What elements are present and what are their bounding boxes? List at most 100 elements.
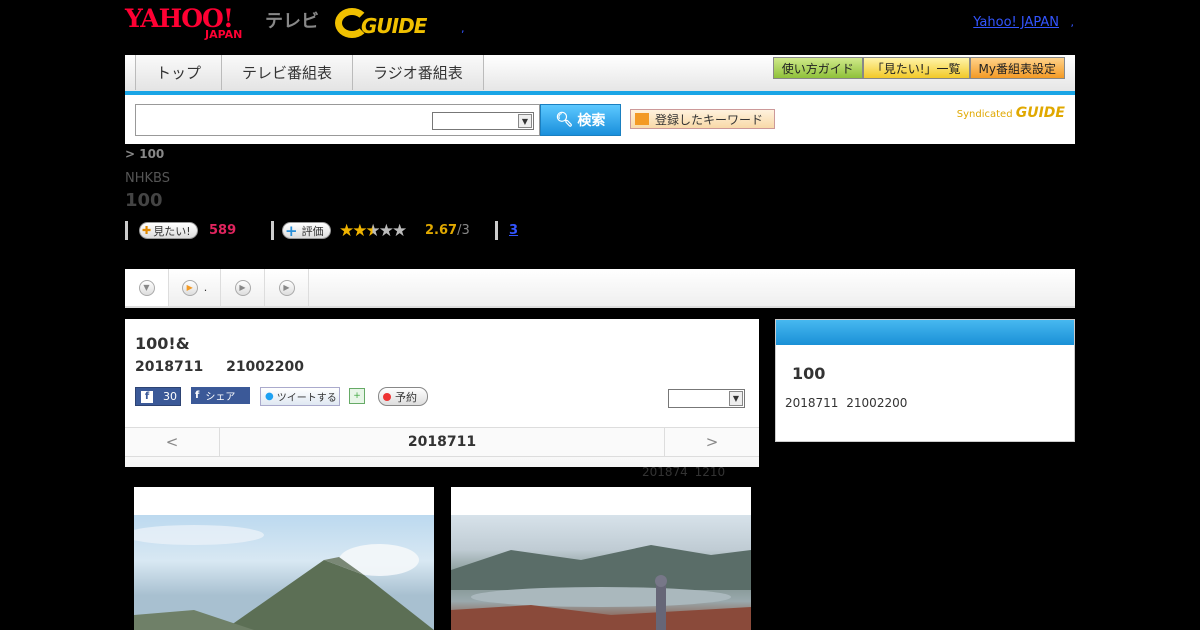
tab-4[interactable]: ▶ [265,269,309,306]
episode-time: 21002200 [226,359,305,375]
side-panel-datetime: 2018711 21002200 [785,396,907,410]
rating-value: 2.67/3 [425,223,470,238]
program-photo[interactable] [134,487,434,630]
search-icon: 🔍︎ [555,112,574,128]
record-icon [383,392,391,401]
nav-tab-radio-listings[interactable]: ラジオ番組表 [353,55,484,90]
gguide-logo-text: GUIDE [361,14,427,38]
divider [495,221,498,240]
next-date-button[interactable]: > [664,428,759,456]
episode-title: 100!& [135,334,190,353]
my-schedule-settings-button[interactable]: My番組表設定 [969,57,1065,79]
search-button[interactable]: 🔍︎ 検索 [540,104,621,136]
nav-utility-buttons: 使い方ガイド 「見たい!」一覧 My番組表設定 [772,57,1065,79]
channel-name: NHKBS [125,171,170,186]
yahoo-japan-logo-text: JAPAN [205,28,243,41]
facebook-like-count: 30 [163,390,177,403]
review-count-link[interactable]: 3 [509,223,518,238]
star-empty-icon: ★ [392,221,407,241]
side-panel-header [776,320,1074,345]
syndicated-gguide-logo: Syndicated GUIDE [957,105,1065,121]
facebook-like-button[interactable]: f 30 [135,387,181,406]
program-photo[interactable] [451,487,751,630]
nav-tabs: トップ テレビ番組表 ラジオ番組表 [135,55,484,90]
program-title: 100 [125,190,163,211]
header-suffix-link[interactable]: , [1071,16,1075,29]
side-panel-date: 2018711 [785,396,839,410]
want-button-label: 見たい! [153,224,191,238]
side-panel: 100 2018711 21002200 [775,319,1075,442]
tab-2-label: . [203,281,208,294]
tab-active[interactable]: ▼ [125,269,169,306]
chevron-down-icon: ▼ [138,279,155,296]
play-icon: ▶ [278,279,295,296]
tv-logo-text[interactable]: テレビ [265,7,319,33]
rating-stars: ★★★★★ [339,221,407,241]
syndicated-logo-text: GUIDE [1015,105,1065,121]
star-full-icon: ★ [352,221,367,241]
site-header: YAHOO! JAPAN テレビ GUIDE , Yahoo! JAPAN , [125,0,1075,50]
rating-max: /3 [457,223,470,238]
program-detail-card: 100!& 2018711 21002200 f 30 f シェア ● ツイート… [125,319,759,467]
tab-3[interactable]: ▶ [221,269,265,306]
current-date: 2018711 [407,434,477,450]
episode-datetime: 2018711 21002200 [135,359,304,375]
chevron-down-icon: ▼ [518,114,532,128]
keyword-arrow-icon [635,113,649,125]
update-timestamp: 201874 1210 [642,465,725,479]
nav-tab-tv-listings[interactable]: テレビ番組表 [222,55,354,90]
program-stats: ✚ 見たい! 589 + 評価 ★★★★★ 2.67/3 3 [125,221,1075,241]
divider [125,221,128,240]
play-icon: ▶ [234,279,251,296]
search-category-select[interactable]: ▼ [432,112,534,130]
facebook-icon: f [195,390,200,401]
header-small-link[interactable]: , [461,22,465,35]
breadcrumb: > 100 [125,147,165,161]
usage-guide-button[interactable]: 使い方ガイド [772,57,863,79]
rate-button[interactable]: + 評価 [282,221,331,240]
chevron-down-icon: ▼ [729,391,743,406]
facebook-share-label: シェア [205,392,236,403]
twitter-bird-icon: ● [265,391,274,402]
content-tabs: ▼ ▶ . ▶ ▶ [125,269,1075,308]
date-navigation: < 2018711 > [125,427,759,457]
nav-tab-top[interactable]: トップ [136,55,223,90]
lake-mountain-image [451,515,751,630]
want-count: 589 [209,223,237,238]
update-time: 1210 [694,465,726,479]
star-full-icon: ★ [339,221,354,241]
registered-keyword-label: 登録したキーワード [655,112,764,127]
update-date: 201874 [642,465,688,479]
plus-icon: ✚ [142,224,152,237]
tweet-button[interactable]: ● ツイートする [260,387,340,406]
rating-score: 2.67 [425,223,458,238]
episode-date: 2018711 [135,359,204,375]
calendar-add-icon[interactable]: + [349,388,365,404]
rate-button-label: 評価 [301,224,324,238]
gguide-logo[interactable]: GUIDE [335,6,431,40]
star-half-icon: ★ [365,221,381,241]
side-panel-time: 21002200 [846,396,908,410]
facebook-share-button[interactable]: f シェア [191,387,250,404]
prev-date-button[interactable]: < [125,428,220,456]
reserve-label: 予約 [395,390,417,404]
main-nav: トップ テレビ番組表 ラジオ番組表 使い方ガイド 「見たい!」一覧 My番組表設… [125,55,1075,95]
side-panel-title[interactable]: 100 [792,364,825,383]
tab-2[interactable]: ▶ . [169,269,221,306]
episode-select[interactable]: ▼ [668,389,745,408]
registered-keyword-button[interactable]: 登録したキーワード [630,109,775,129]
volcano-landscape-image [134,515,434,630]
reserve-button[interactable]: 予約 [378,387,428,406]
yahoo-japan-link[interactable]: Yahoo! JAPAN [973,15,1059,30]
syndicated-text: Syndicated [956,109,1013,120]
search-button-label: 検索 [577,113,606,129]
tweet-label: ツイートする [276,393,337,404]
search-bar: ▼ 🔍︎ 検索 登録したキーワード Syndicated GUIDE [125,95,1075,144]
plus-icon: + [285,221,298,240]
play-icon: ▶ [181,279,198,296]
divider [271,221,274,240]
facebook-icon: f [141,390,153,403]
star-empty-icon: ★ [378,221,394,241]
want-list-button[interactable]: 「見たい!」一覧 [862,57,970,79]
want-button[interactable]: ✚ 見たい! [139,222,198,239]
